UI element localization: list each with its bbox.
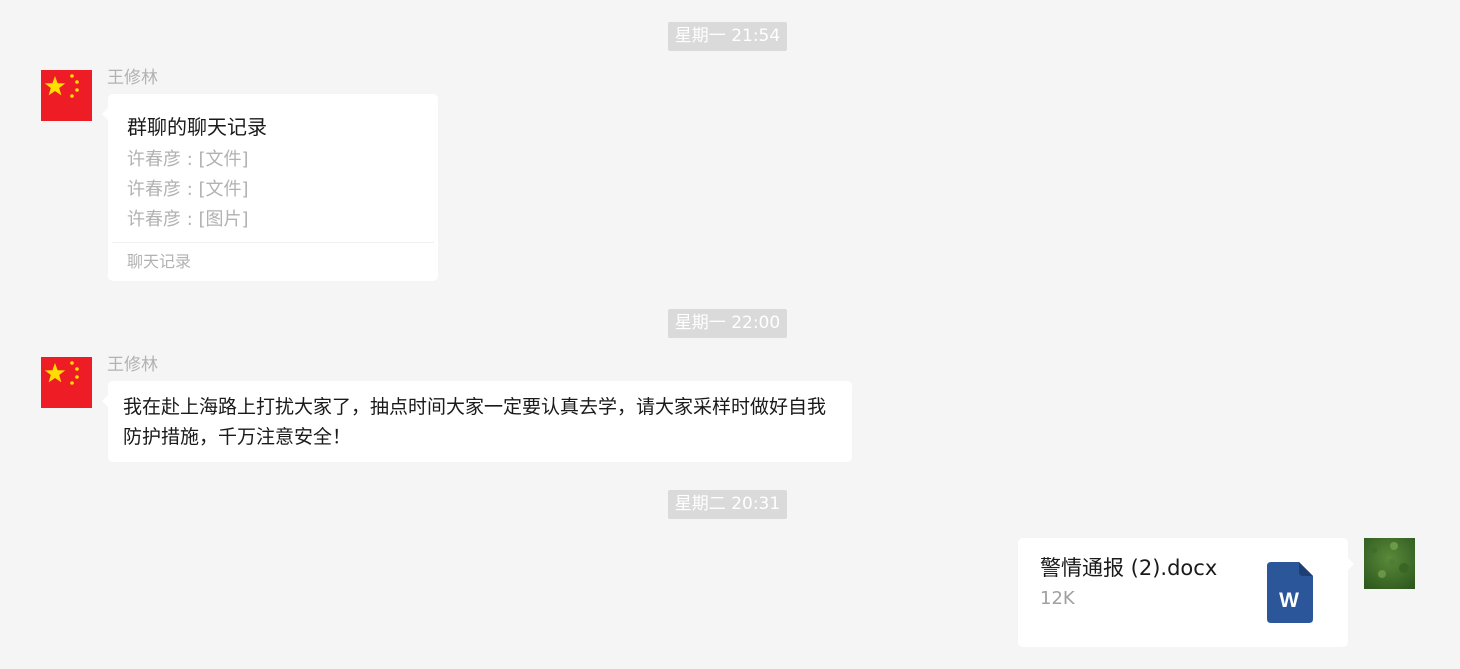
avatar[interactable]: [41, 357, 92, 408]
timestamp: 星期一 21:54: [668, 22, 787, 51]
china-flag-icon: [41, 357, 92, 408]
file-name: 警情通报 (2).docx: [1040, 556, 1218, 580]
sender-name: 王修林: [107, 355, 158, 375]
chat-record-preview: 许春彦 : [文件] 许春彦 : [文件] 许春彦 : [图片]: [127, 145, 249, 235]
file-message-card[interactable]: 警情通报 (2).docx 12K W: [1018, 538, 1354, 647]
message-text: 我在赴上海路上打扰大家了，抽点时间大家一定要认真去学，请大家采样时做好自我防护措…: [123, 396, 827, 448]
china-flag-icon: [41, 70, 92, 121]
file-size: 12K: [1040, 588, 1075, 609]
timestamp: 星期一 22:00: [668, 309, 787, 338]
timestamp: 星期二 20:31: [668, 490, 787, 519]
chat-record-footer: 聊天记录: [127, 252, 192, 271]
chat-record-line: 许春彦 : [图片]: [127, 209, 249, 230]
self-avatar[interactable]: [1364, 538, 1415, 589]
divider: [112, 242, 434, 243]
chat-record-line: 许春彦 : [文件]: [127, 149, 249, 170]
chat-record-line: 许春彦 : [文件]: [127, 179, 249, 200]
avatar[interactable]: [41, 70, 92, 121]
word-document-icon: W: [1267, 562, 1313, 623]
chat-record-card[interactable]: 群聊的聊天记录 许春彦 : [文件] 许春彦 : [文件] 许春彦 : [图片]…: [102, 94, 438, 281]
sender-name: 王修林: [107, 68, 158, 88]
chat-record-title: 群聊的聊天记录: [127, 115, 267, 139]
green-grass-avatar-icon: [1364, 538, 1415, 589]
word-icon-letter: W: [1279, 589, 1299, 612]
text-message-bubble[interactable]: 我在赴上海路上打扰大家了，抽点时间大家一定要认真去学，请大家采样时做好自我防护措…: [102, 381, 852, 462]
